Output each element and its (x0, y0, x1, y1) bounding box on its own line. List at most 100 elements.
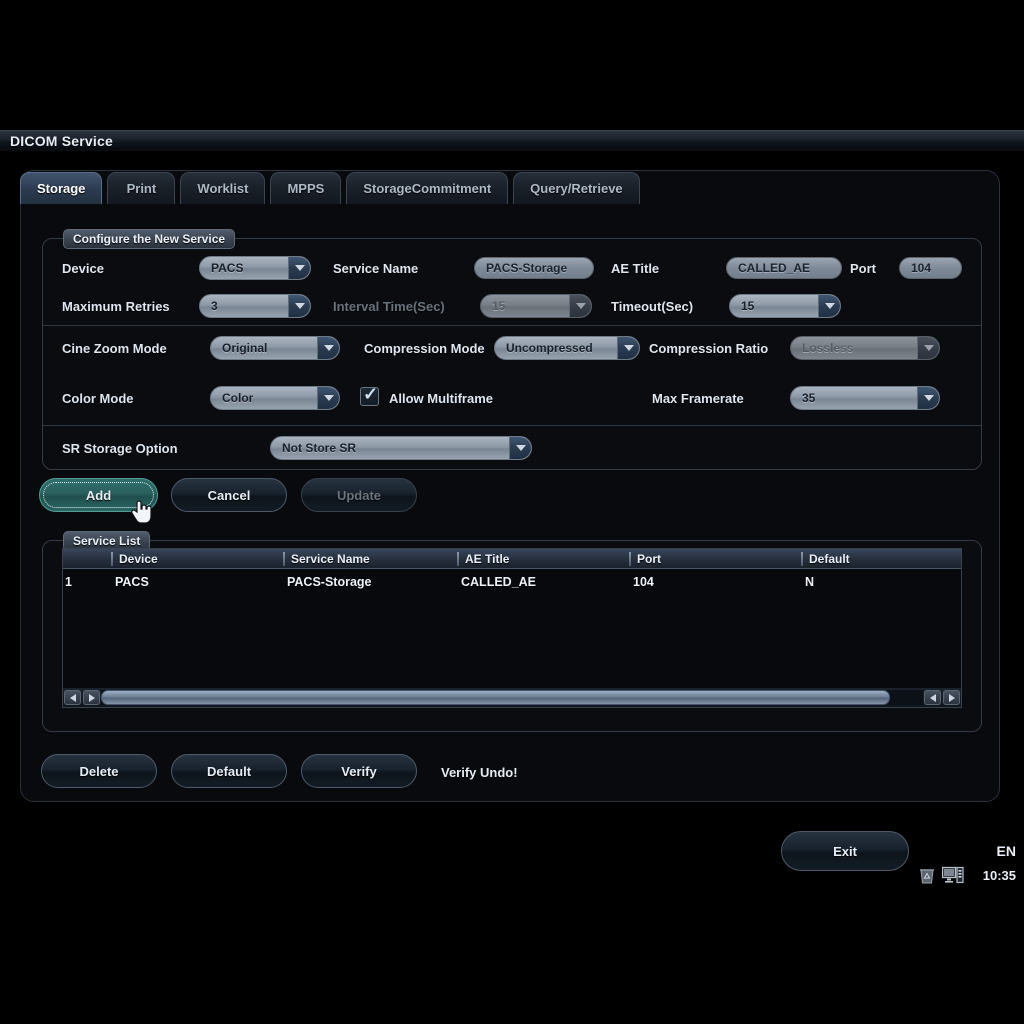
table-header-service-name[interactable]: Service Name (283, 549, 457, 569)
tab-query-retrieve[interactable]: Query/Retrieve (513, 172, 640, 204)
timeout-value: 15 (741, 299, 755, 313)
scroll-right-icon-end[interactable] (943, 690, 960, 705)
scroll-right-icon[interactable] (83, 690, 100, 705)
allow-multiframe-checkbox[interactable]: ✓ (360, 384, 379, 406)
compression-ratio-label: Compression Ratio (649, 341, 769, 356)
table-body: 1 PACS PACS-Storage CALLED_AE 104 N (63, 569, 961, 688)
chevron-down-icon[interactable] (288, 257, 310, 279)
add-button-label: Add (85, 487, 112, 503)
tab-mpps[interactable]: MPPS (270, 172, 342, 204)
compression-mode-dropdown[interactable]: Uncompressed (494, 336, 640, 360)
timeout-label: Timeout(Sec) (611, 299, 694, 314)
sr-storage-option-dropdown[interactable]: Not Store SR (270, 436, 532, 460)
system-tray (918, 866, 964, 885)
tab-label: Print (126, 181, 157, 196)
tabstrip: Storage Print Worklist MPPS StorageCommi… (20, 170, 640, 204)
color-mode-dropdown[interactable]: Color (210, 386, 340, 410)
column-separator (457, 552, 459, 566)
group-divider (43, 325, 981, 326)
table-header-label: Service Name (291, 552, 370, 566)
max-retries-label: Maximum Retries (62, 299, 170, 314)
column-separator (801, 552, 803, 566)
max-retries-value: 3 (211, 299, 218, 313)
default-button-label: Default (206, 763, 252, 779)
column-separator (629, 552, 631, 566)
language-indicator[interactable]: EN (997, 843, 1016, 859)
horizontal-scrollbar[interactable] (63, 688, 961, 707)
cine-zoom-mode-dropdown[interactable]: Original (210, 336, 340, 360)
service-name-value: PACS-Storage (486, 261, 568, 275)
scroll-left-icon[interactable] (64, 690, 81, 705)
cine-zoom-mode-label: Cine Zoom Mode (62, 341, 167, 356)
cancel-button[interactable]: Cancel (171, 478, 287, 512)
column-separator (283, 552, 285, 566)
update-button: Update (301, 478, 417, 512)
cine-zoom-mode-value: Original (222, 341, 268, 355)
chevron-down-icon (569, 295, 591, 317)
device-label: Device (62, 261, 104, 276)
port-label: Port (850, 261, 876, 276)
table-header-ae-title[interactable]: AE Title (457, 549, 629, 569)
device-dropdown[interactable]: PACS (199, 256, 311, 280)
tab-label: Worklist (197, 181, 249, 196)
tab-worklist[interactable]: Worklist (180, 172, 266, 204)
table-header-port[interactable]: Port (629, 549, 801, 569)
table-header-default[interactable]: Default (801, 549, 961, 569)
scrollbar-thumb[interactable] (101, 690, 891, 705)
sr-storage-option-label: SR Storage Option (62, 441, 178, 456)
clock: 10:35 (982, 868, 1016, 883)
cell-index: 1 (65, 575, 72, 589)
column-separator (111, 552, 113, 566)
max-framerate-label: Max Framerate (652, 391, 744, 406)
cell-default: N (805, 575, 815, 589)
check-icon: ✓ (363, 384, 379, 404)
cell-service-name: PACS-Storage (287, 575, 372, 589)
chevron-down-icon[interactable] (617, 337, 639, 359)
table-header-index[interactable] (63, 549, 111, 569)
table-header-device[interactable]: Device (111, 549, 283, 569)
default-button[interactable]: Default (171, 754, 287, 788)
ae-title-label: AE Title (611, 261, 660, 276)
chevron-down-icon[interactable] (317, 387, 339, 409)
delete-button-label: Delete (79, 763, 119, 779)
window-title: DICOM Service (10, 133, 113, 149)
interval-time-value: 15 (492, 299, 506, 313)
max-retries-dropdown[interactable]: 3 (199, 294, 311, 318)
chevron-down-icon[interactable] (317, 337, 339, 359)
device-dropdown-value: PACS (211, 261, 244, 275)
color-mode-value: Color (222, 391, 254, 405)
table-header-label: Default (809, 552, 850, 566)
max-framerate-dropdown[interactable]: 35 (790, 386, 940, 410)
cell-device: PACS (115, 575, 149, 589)
group-divider (43, 425, 981, 426)
chevron-down-icon[interactable] (917, 387, 939, 409)
scroll-left-icon-end[interactable] (924, 690, 941, 705)
scrollbar-track[interactable] (101, 690, 923, 705)
tab-storagecommitment[interactable]: StorageCommitment (346, 172, 509, 204)
verify-button[interactable]: Verify (301, 754, 417, 788)
cancel-button-label: Cancel (207, 487, 251, 503)
verify-button-label: Verify (341, 763, 377, 779)
service-name-input[interactable]: PACS-Storage (474, 257, 594, 279)
port-input[interactable]: 104 (899, 257, 962, 279)
chevron-down-icon[interactable] (509, 437, 531, 459)
ae-title-input[interactable]: CALLED_AE (726, 257, 842, 279)
delete-button[interactable]: Delete (41, 754, 157, 788)
compression-mode-label: Compression Mode (364, 341, 485, 356)
cell-ae-title: CALLED_AE (461, 575, 537, 589)
tab-print[interactable]: Print (107, 172, 176, 204)
tab-storage[interactable]: Storage (20, 172, 103, 204)
timeout-dropdown[interactable]: 15 (729, 294, 841, 318)
verify-status-text: Verify Undo! (441, 765, 518, 780)
sr-storage-option-value: Not Store SR (282, 441, 357, 455)
service-name-label: Service Name (333, 261, 419, 276)
tab-label: Storage (37, 181, 86, 196)
table-header-label: AE Title (465, 552, 510, 566)
chevron-down-icon[interactable] (818, 295, 840, 317)
table-row[interactable]: 1 PACS PACS-Storage CALLED_AE 104 N (63, 571, 961, 593)
exit-button[interactable]: Exit (781, 831, 909, 871)
computer-icon[interactable] (942, 866, 964, 885)
recycle-bin-icon[interactable] (918, 866, 936, 885)
compression-mode-value: Uncompressed (506, 341, 593, 355)
chevron-down-icon[interactable] (288, 295, 310, 317)
